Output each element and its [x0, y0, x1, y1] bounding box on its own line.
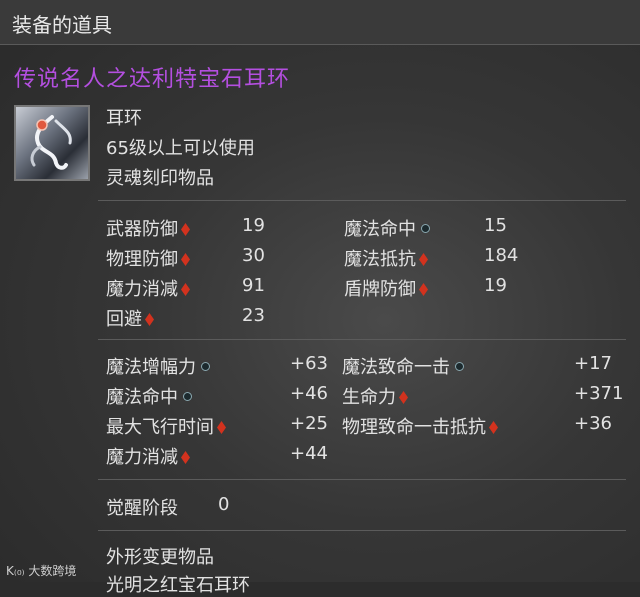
item-name: 传说名人之达利特宝石耳环 — [14, 67, 291, 92]
divider — [98, 200, 626, 201]
stat-value: +44 — [290, 443, 328, 464]
stat-value: +17 — [574, 353, 612, 374]
stat-label: 回避 — [106, 309, 142, 330]
stat-row: 魔法命中 15 — [344, 215, 507, 241]
watermark-logo-icon: K₍₀₎ — [6, 564, 25, 578]
stat-row: 生命力 +371 — [342, 383, 623, 409]
stat-value: 19 — [484, 275, 507, 296]
watermark-text: 大数跨境 — [28, 564, 77, 578]
stat-value: 15 — [484, 215, 507, 236]
stat-row: 魔法致命一击 +17 — [342, 353, 612, 379]
stat-label: 魔法增幅力 — [106, 357, 196, 378]
red-diamond-icon — [181, 283, 190, 296]
stat-label: 魔力消减 — [106, 447, 178, 468]
awakening-row: 觉醒阶段 0 — [106, 494, 229, 520]
red-diamond-icon — [419, 253, 428, 266]
red-diamond-icon — [145, 313, 154, 326]
grey-dot-icon — [421, 224, 430, 233]
item-soulbound: 灵魂刻印物品 — [106, 168, 214, 189]
awakening-value: 0 — [218, 494, 230, 515]
earring-icon — [14, 105, 90, 181]
stat-label: 魔法命中 — [106, 387, 178, 408]
stat-label: 魔力消减 — [106, 279, 178, 300]
stat-label: 魔法抵抗 — [344, 249, 416, 270]
stat-row: 魔法抵抗 184 — [344, 245, 518, 271]
red-diamond-icon — [181, 253, 190, 266]
stat-label: 魔法致命一击 — [342, 357, 450, 378]
item-type: 耳环 — [106, 108, 142, 129]
stat-row: 魔法增幅力 +63 — [106, 353, 328, 379]
tooltip-header: 装备的道具 — [0, 0, 640, 45]
stat-value: +36 — [574, 413, 612, 434]
stat-row: 回避 23 — [106, 305, 265, 331]
stat-value: +25 — [290, 413, 328, 434]
grey-dot-icon — [183, 392, 192, 401]
stat-row: 武器防御 19 — [106, 215, 265, 241]
stat-row: 魔法命中 +46 — [106, 383, 328, 409]
stat-label: 盾牌防御 — [344, 279, 416, 300]
stat-row: 魔力消减 91 — [106, 275, 265, 301]
item-level-requirement: 65级以上可以使用 — [106, 138, 255, 159]
red-diamond-icon — [489, 421, 498, 434]
stat-row: 魔力消减 +44 — [106, 443, 328, 469]
stat-value: +63 — [290, 353, 328, 374]
divider — [98, 339, 626, 340]
stat-value: 19 — [242, 215, 265, 236]
stat-row: 盾牌防御 19 — [344, 275, 507, 301]
stat-row: 物理防御 30 — [106, 245, 265, 271]
red-diamond-icon — [399, 391, 408, 404]
header-title: 装备的道具 — [12, 13, 112, 37]
divider — [98, 530, 626, 531]
stat-row: 物理致命一击抵抗 +36 — [342, 413, 612, 439]
red-diamond-icon — [181, 451, 190, 464]
stat-value: +46 — [290, 383, 328, 404]
stat-label: 物理防御 — [106, 249, 178, 270]
appearance-item-name: 光明之红宝石耳环 — [106, 575, 250, 596]
red-diamond-icon — [217, 421, 226, 434]
stat-label: 生命力 — [342, 387, 396, 408]
stat-row: 最大飞行时间 +25 — [106, 413, 328, 439]
watermark: K₍₀₎ 大数跨境 — [6, 562, 76, 579]
awakening-label: 觉醒阶段 — [106, 498, 178, 519]
grey-dot-icon — [455, 362, 464, 371]
item-tooltip-panel: 装备的道具 传说名人之达利特宝石耳环 耳环 65级以上可以使用 灵魂刻印物品 武… — [0, 0, 640, 596]
stat-label: 武器防御 — [106, 219, 178, 240]
grey-dot-icon — [201, 362, 210, 371]
stat-value: 91 — [242, 275, 265, 296]
stat-value: 23 — [242, 305, 265, 326]
stat-value: +371 — [574, 383, 624, 404]
red-diamond-icon — [181, 223, 190, 236]
stat-label: 物理致命一击抵抗 — [342, 417, 486, 438]
appearance-change-label: 外形变更物品 — [106, 547, 214, 568]
stat-value: 30 — [242, 245, 265, 266]
red-diamond-icon — [419, 283, 428, 296]
stat-label: 魔法命中 — [344, 219, 416, 240]
divider — [98, 479, 626, 480]
stat-label: 最大飞行时间 — [106, 417, 214, 438]
stat-value: 184 — [484, 245, 519, 266]
